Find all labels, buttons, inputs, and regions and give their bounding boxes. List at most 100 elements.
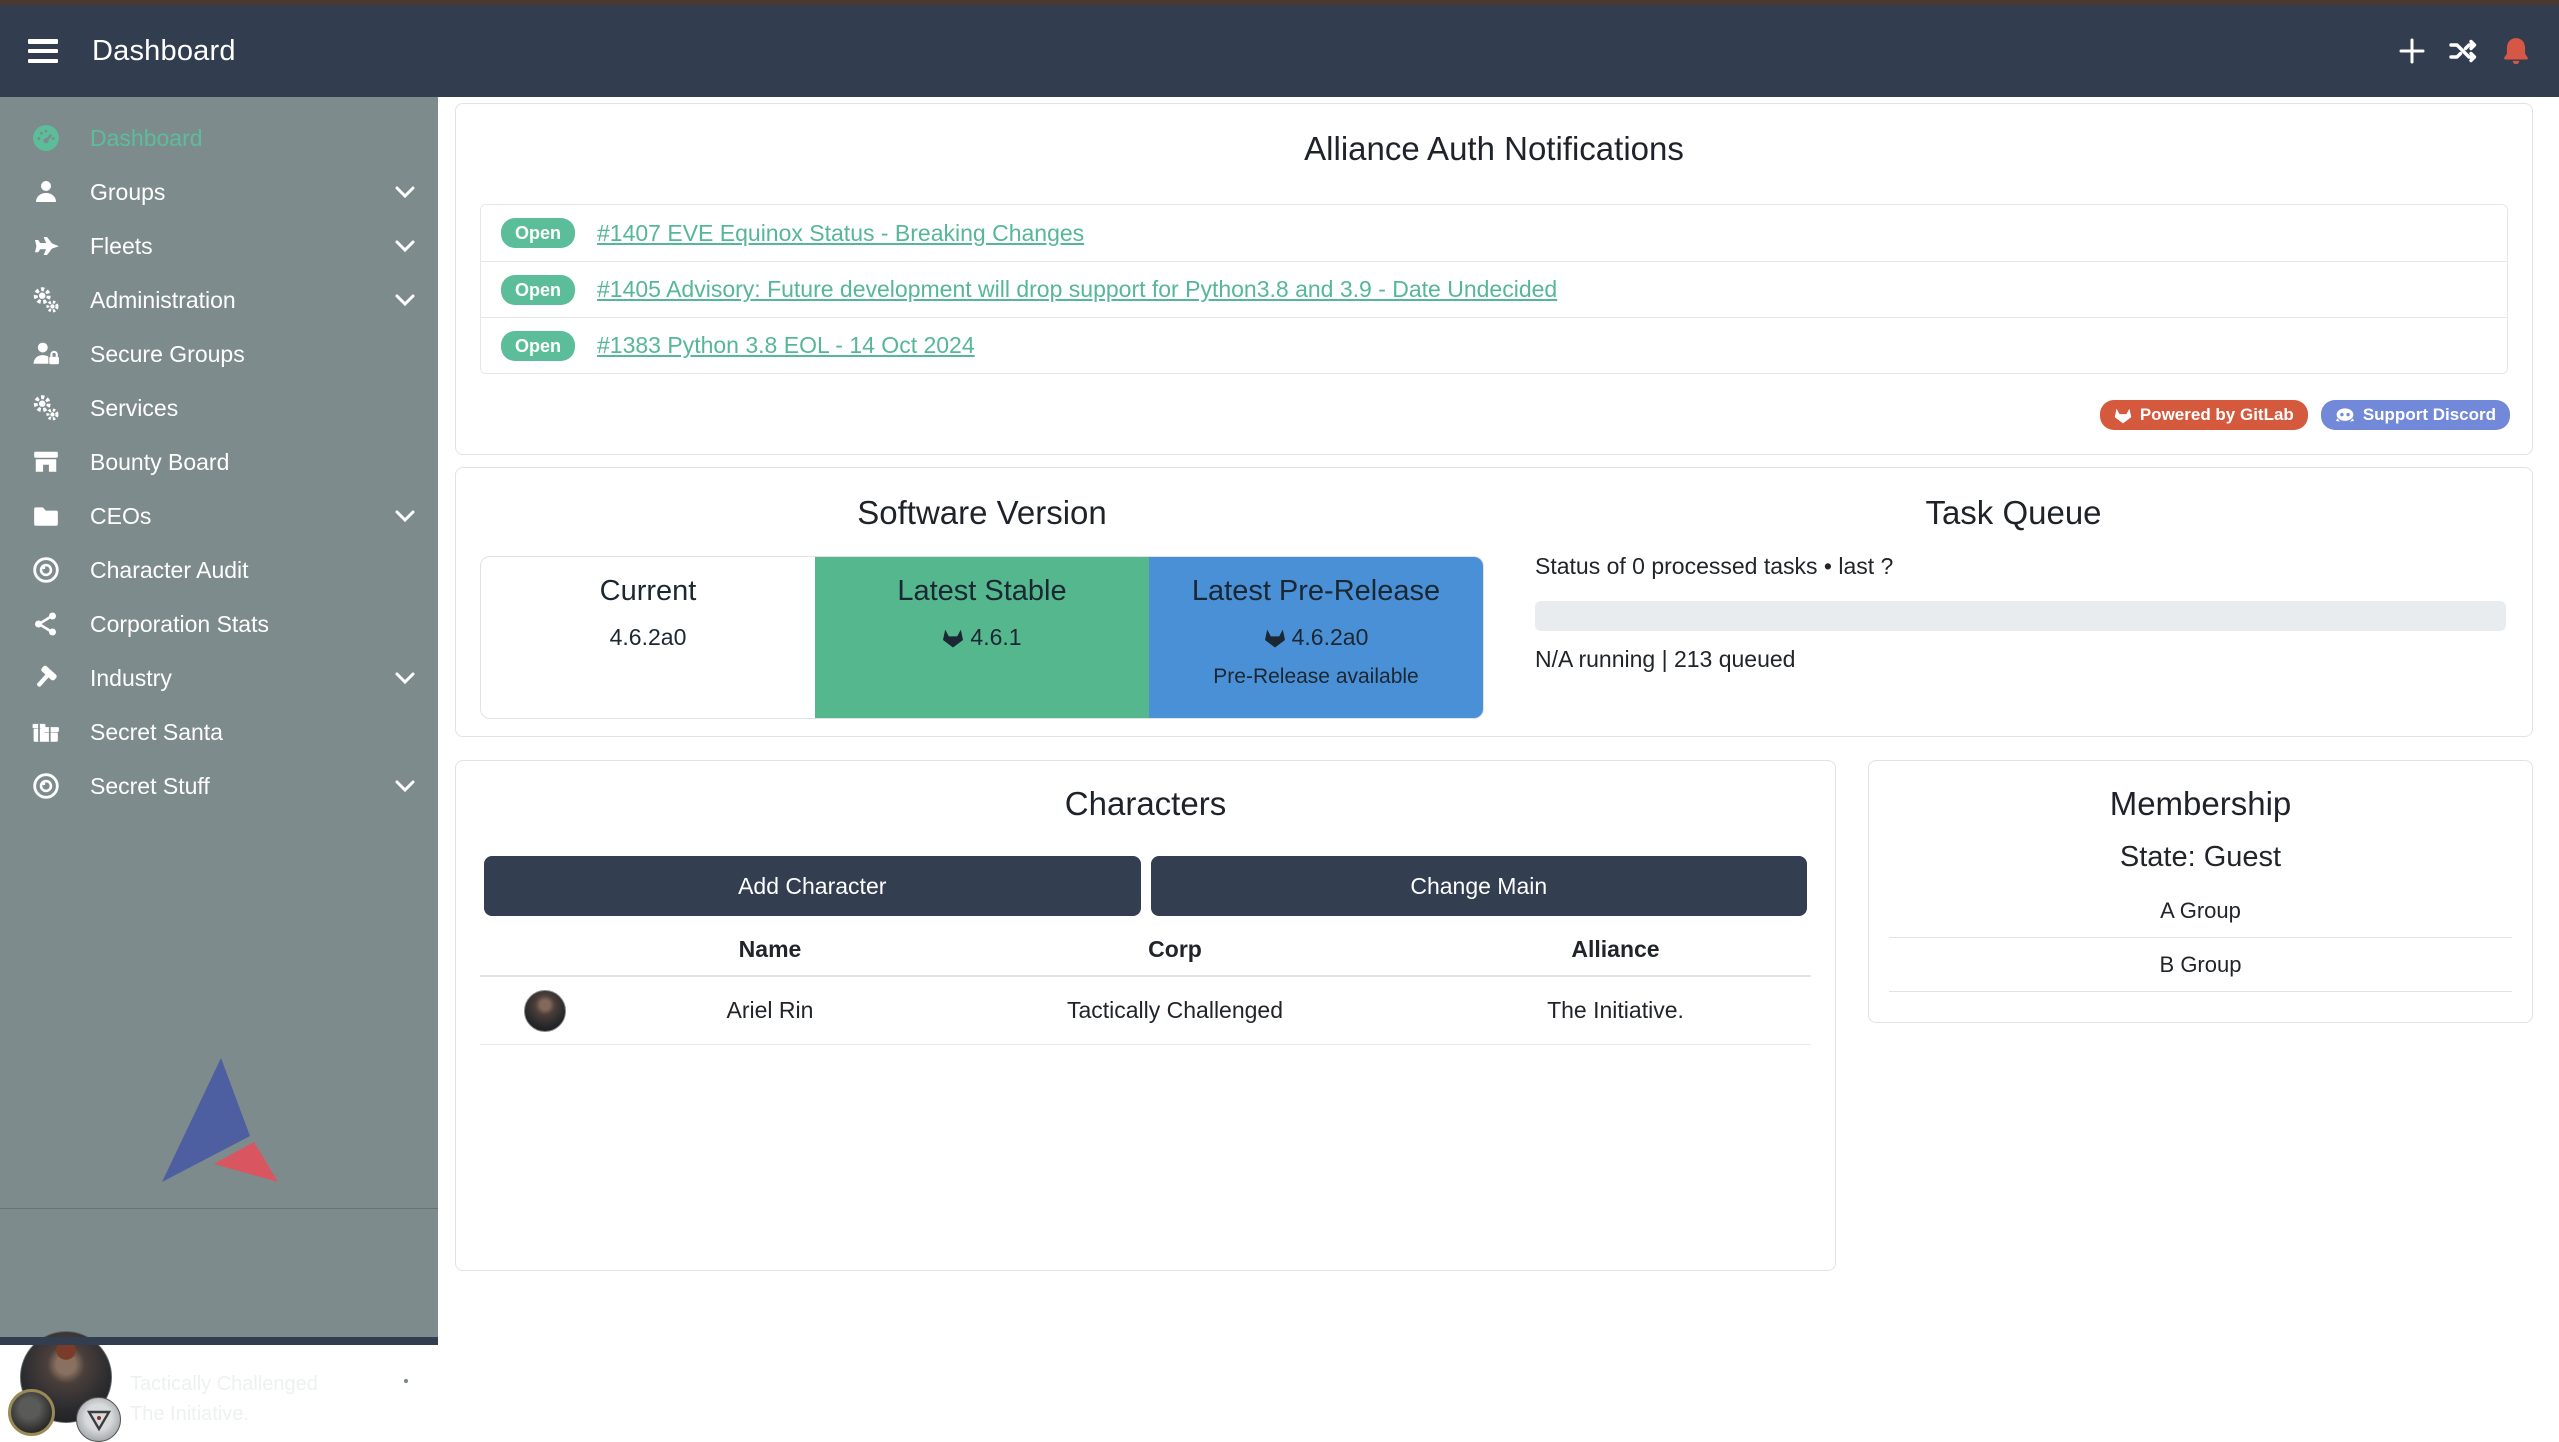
version-col-prerelease: Latest Pre-Release 4.6.2a0 Pre-Release a…	[1149, 557, 1483, 718]
sidebar-item-label: Fleets	[90, 233, 153, 260]
add-icon[interactable]	[2395, 34, 2429, 68]
chevron-down-icon	[392, 287, 418, 313]
membership-title: Membership	[1869, 785, 2532, 823]
sidebar-item-label: Bounty Board	[90, 449, 229, 476]
sidebar-item-label: Industry	[90, 665, 172, 692]
badge-label: Powered by GitLab	[2140, 405, 2294, 425]
sidebar-item-character-audit[interactable]: Character Audit	[0, 543, 438, 597]
user-alliance: The Initiative.	[130, 1403, 249, 1426]
user-icon	[30, 177, 62, 207]
hammer-icon	[30, 663, 62, 693]
sidebar-item-bounty-board[interactable]: Bounty Board	[0, 435, 438, 489]
sidebar-item-label: Secret Santa	[90, 719, 223, 746]
sidebar-item-fleets[interactable]: Fleets	[0, 219, 438, 273]
chevron-down-icon	[392, 179, 418, 205]
characters-title: Characters	[456, 785, 1835, 823]
sidebar-item-industry[interactable]: Industry	[0, 651, 438, 705]
page-title: Dashboard	[92, 35, 236, 68]
list-item: B Group	[1889, 938, 2512, 992]
characters-table: Name Corp Alliance Ariel Rin Tactically …	[480, 923, 1811, 1045]
column-header-name: Name	[610, 936, 930, 963]
store-icon	[30, 447, 62, 477]
jet-icon	[30, 231, 62, 261]
change-main-button[interactable]: Change Main	[1151, 856, 1808, 916]
gitlab-icon	[2114, 407, 2132, 424]
sidebar-item-label: Groups	[90, 179, 165, 206]
disc-eye-icon	[30, 771, 62, 801]
sidebar-item-groups[interactable]: Groups	[0, 165, 438, 219]
status-badge: Open	[501, 275, 575, 305]
user-panel: Ariel Rin Tactically Challenged The Init…	[0, 1217, 438, 1337]
sidebar-item-label: Secret Stuff	[90, 773, 210, 800]
sidebar-item-administration[interactable]: Administration	[0, 273, 438, 327]
sidebar-item-services[interactable]: Services	[0, 381, 438, 435]
cogs-icon	[30, 285, 62, 315]
table-row: Ariel Rin Tactically Challenged The Init…	[480, 977, 1811, 1045]
sidebar-item-label: Character Audit	[90, 557, 249, 584]
chevron-down-icon	[392, 233, 418, 259]
alliance-logo	[76, 1397, 121, 1442]
sidebar-item-dashboard[interactable]: Dashboard	[0, 111, 438, 165]
version-heading: Current	[481, 575, 815, 608]
support-discord-badge[interactable]: Support Discord	[2321, 400, 2510, 430]
task-queue-progressbar	[1535, 601, 2506, 631]
sidebar-item-ceos[interactable]: CEOs	[0, 489, 438, 543]
sidebar-item-label: CEOs	[90, 503, 151, 530]
version-note: Pre-Release available	[1149, 665, 1483, 689]
character-avatar	[524, 990, 566, 1032]
character-alliance: The Initiative.	[1420, 997, 1811, 1024]
notification-link[interactable]: #1405 Advisory: Future development will …	[597, 276, 1557, 303]
add-character-button[interactable]: Add Character	[484, 856, 1141, 916]
sidebar-item-secret-santa[interactable]: Secret Santa	[0, 705, 438, 759]
notifications-title: Alliance Auth Notifications	[456, 130, 2532, 168]
alliance-auth-logo	[158, 1056, 280, 1186]
notification-link[interactable]: #1383 Python 3.8 EOL - 14 Oct 2024	[597, 332, 975, 359]
disc-eye-icon	[30, 555, 62, 585]
footer-bar	[0, 1337, 438, 1345]
sidebar-item-label: Dashboard	[90, 125, 203, 152]
membership-panel: Membership State: Guest A Group B Group	[1868, 760, 2533, 1023]
version-value: 4.6.1	[970, 624, 1021, 651]
sidebar-item-secret-stuff[interactable]: Secret Stuff	[0, 759, 438, 813]
version-col-current: Current 4.6.2a0	[481, 557, 815, 718]
discord-icon	[2335, 407, 2355, 423]
gifts-icon	[30, 717, 62, 747]
notifications-panel: Alliance Auth Notifications Open #1407 E…	[455, 103, 2533, 455]
sidebar-item-secure-groups[interactable]: Secure Groups	[0, 327, 438, 381]
software-version-title: Software Version	[480, 494, 1484, 532]
user-lock-icon	[30, 339, 62, 369]
status-badge: Open	[501, 331, 575, 361]
task-queue-section: Task Queue Status of 0 processed tasks •…	[1517, 468, 2510, 736]
membership-group-list: A Group B Group	[1889, 884, 2512, 992]
status-badge: Open	[501, 218, 575, 248]
user-corp: Tactically Challenged	[130, 1373, 318, 1396]
chevron-down-icon	[392, 665, 418, 691]
characters-table-header: Name Corp Alliance	[480, 923, 1811, 977]
notification-row: Open #1405 Advisory: Future development …	[481, 261, 2507, 317]
sidebar: Dashboard Groups Fleets	[0, 97, 438, 1345]
character-corp: Tactically Challenged	[930, 997, 1420, 1024]
version-heading: Latest Pre-Release	[1149, 575, 1483, 608]
gauge-icon	[30, 123, 62, 153]
chevron-down-icon	[392, 503, 418, 529]
software-version-panel: Software Version Current 4.6.2a0 Latest …	[455, 467, 2533, 737]
sidebar-divider	[0, 1208, 438, 1209]
column-header-corp: Corp	[930, 936, 1420, 963]
gitlab-icon	[942, 628, 964, 648]
powered-by-gitlab-badge[interactable]: Powered by GitLab	[2100, 400, 2308, 430]
navbar: Dashboard	[0, 5, 2559, 97]
sidebar-item-label: Administration	[90, 287, 236, 314]
version-box: Current 4.6.2a0 Latest Stable 4.6.1 Late…	[480, 556, 1484, 719]
character-name: Ariel Rin	[610, 997, 930, 1024]
corp-logo	[8, 1389, 55, 1436]
bell-icon[interactable]	[2499, 34, 2533, 68]
settings-gear-icon[interactable]	[392, 1367, 420, 1395]
task-queue-summary: N/A running | 213 queued	[1535, 646, 1795, 673]
list-item: A Group	[1889, 884, 2512, 938]
notification-link[interactable]: #1407 EVE Equinox Status - Breaking Chan…	[597, 220, 1084, 247]
sidebar-item-corporation-stats[interactable]: Corporation Stats	[0, 597, 438, 651]
shuffle-icon[interactable]	[2447, 34, 2481, 68]
notification-row: Open #1407 EVE Equinox Status - Breaking…	[481, 205, 2507, 261]
menu-toggle-icon[interactable]	[28, 39, 58, 63]
membership-state: State: Guest	[1869, 841, 2532, 874]
